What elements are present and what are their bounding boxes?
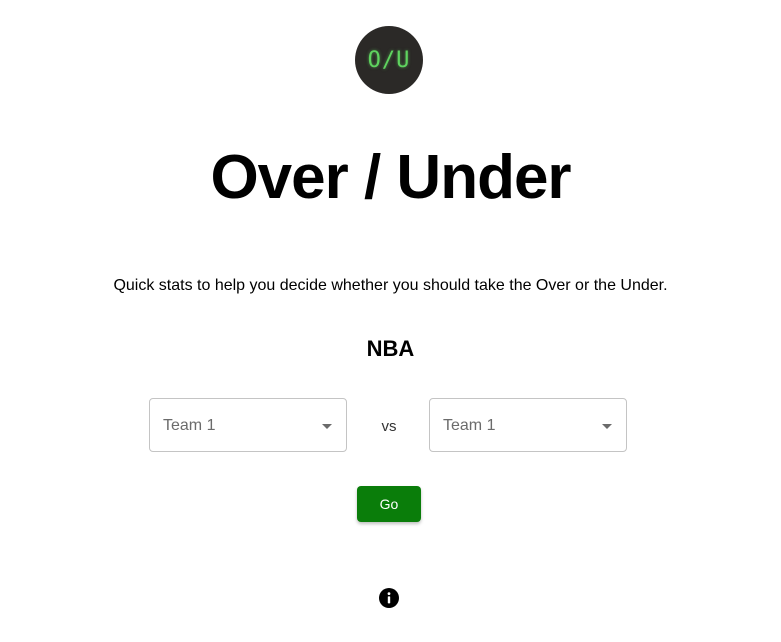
chevron-down-icon — [322, 424, 332, 429]
league-heading: NBA — [366, 336, 415, 361]
info-icon[interactable] — [379, 588, 399, 608]
team-left-select[interactable]: Team 1 — [149, 398, 347, 452]
info-icon-graphic — [379, 588, 399, 608]
team-right-select[interactable]: Team 1 — [429, 398, 627, 452]
chevron-down-icon — [602, 424, 612, 429]
page: O/U Over / Under Quick stats to help you… — [0, 0, 781, 642]
tagline: Quick stats to help you decide whether y… — [113, 277, 668, 294]
logo-text: O/U — [367, 47, 411, 73]
vs-label: vs — [381, 418, 397, 435]
go-button[interactable]: Go — [357, 486, 421, 522]
team-right-value: Team 1 — [443, 417, 496, 434]
logo: O/U — [355, 26, 423, 94]
team-left-value: Team 1 — [163, 417, 216, 434]
page-title: Over / Under — [210, 143, 571, 212]
